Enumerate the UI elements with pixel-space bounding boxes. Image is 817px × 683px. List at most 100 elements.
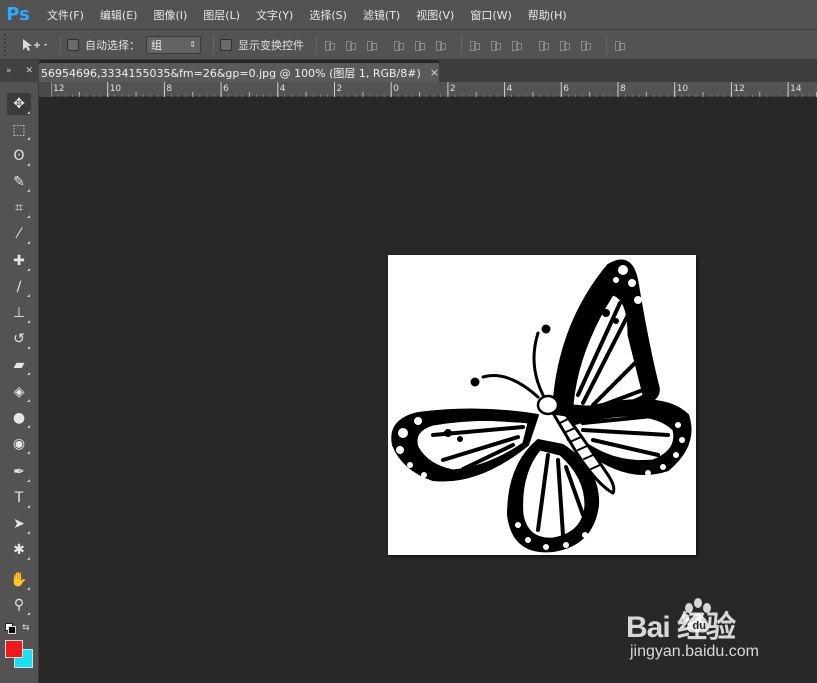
close-panel-icon[interactable]: ✕ — [25, 66, 33, 76]
tool-healing-icon[interactable]: ✚ — [7, 250, 31, 272]
tool-path-select-icon[interactable]: ➤ — [7, 513, 31, 535]
menu-select[interactable]: 选择(S) — [309, 7, 347, 23]
tool-move-icon[interactable]: ✥ — [7, 93, 31, 115]
tool-lasso-icon[interactable]: ʘ — [7, 145, 31, 167]
tool-dodge-icon[interactable]: ◉ — [7, 433, 31, 455]
distribute-right-icon[interactable] — [579, 38, 593, 52]
menu-file[interactable]: 文件(F) — [47, 7, 84, 23]
ruler-tick-label: 4 — [280, 84, 286, 94]
tool-flyout-indicator — [27, 215, 30, 218]
tool-eyedropper-icon[interactable]: ⁄ — [7, 223, 31, 245]
tool-flyout-indicator — [27, 425, 30, 428]
options-grip[interactable] — [4, 33, 12, 56]
align-vcenter-icon[interactable] — [344, 38, 358, 52]
tool-shape-icon[interactable]: ✱ — [7, 539, 31, 561]
document-tab-title: 56954696,3334155035&fm=26&gp=0.jpg @ 100… — [41, 66, 424, 80]
ruler-tick-label: 8 — [620, 84, 626, 94]
menu-layer[interactable]: 图层(L) — [203, 7, 240, 23]
menu-bar: Ps 文件(F) 编辑(E) 图像(I) 图层(L) 文字(Y) 选择(S) 滤… — [0, 0, 817, 29]
tool-marquee-icon[interactable]: ⬚ — [7, 119, 31, 141]
menu-filter[interactable]: 滤镜(T) — [363, 7, 400, 23]
tool-type-icon[interactable]: T — [7, 487, 31, 509]
tool-pen-icon[interactable]: ✒ — [7, 461, 31, 483]
distribute-hcenter-icon[interactable] — [558, 38, 572, 52]
menu-edit[interactable]: 编辑(E) — [100, 7, 138, 23]
tool-flyout-indicator — [27, 163, 30, 166]
tab-bar — [439, 60, 817, 82]
tool-flyout-indicator — [27, 137, 30, 140]
auto-select-label: 自动选择： — [85, 38, 140, 52]
options-separator — [316, 34, 317, 55]
tool-crop-icon[interactable]: ⌗ — [7, 197, 31, 219]
ruler-ticks: 12 10 8 6 4 2 0 2 4 6 8 10 12 14 — [50, 82, 817, 97]
auto-align-icon[interactable] — [613, 38, 627, 52]
align-hcenter-icon[interactable] — [413, 38, 427, 52]
tool-paint-bucket-icon[interactable]: ◈ — [7, 381, 31, 403]
menu-help[interactable]: 帮助(H) — [528, 7, 567, 23]
tool-flyout-indicator — [27, 399, 30, 402]
show-transform-label: 显示变换控件 — [238, 38, 304, 52]
distribute-bottom-icon[interactable] — [510, 38, 524, 52]
tool-flyout-indicator — [27, 111, 30, 114]
align-right-icon[interactable] — [434, 38, 448, 52]
menu-view[interactable]: 视图(V) — [416, 7, 454, 23]
menu-items: 文件(F) 编辑(E) 图像(I) 图层(L) 文字(Y) 选择(S) 滤镜(T… — [36, 0, 583, 29]
distribute-vcenter-icon[interactable] — [489, 38, 503, 52]
options-separator — [606, 34, 607, 55]
align-buttons — [323, 38, 455, 52]
tool-hand-icon[interactable]: ✋ — [7, 569, 31, 591]
tool-flyout-indicator — [27, 241, 30, 244]
tool-flyout-indicator — [27, 612, 30, 615]
tool-zoom-icon[interactable]: ⚲ — [7, 594, 31, 616]
distribute-buttons — [468, 38, 600, 52]
options-separator — [213, 34, 214, 55]
foreground-color-swatch[interactable] — [5, 640, 23, 658]
distribute-top-icon[interactable] — [468, 38, 482, 52]
expand-icon[interactable]: » — [6, 66, 12, 76]
close-icon[interactable]: × — [430, 66, 439, 79]
tool-brush-icon[interactable]: ∕ — [7, 276, 31, 298]
tool-preset-picker[interactable] — [20, 35, 54, 55]
tool-clone-stamp-icon[interactable]: ⊥ — [7, 302, 31, 324]
document-canvas[interactable] — [388, 255, 696, 555]
auto-select-target-dropdown[interactable]: 组 ⇕ — [146, 35, 201, 54]
ruler-tick-label: 10 — [677, 84, 689, 94]
app-logo: Ps — [6, 4, 30, 25]
toolbox-header[interactable]: » ✕ — [0, 60, 39, 82]
swap-colors-icon[interactable]: ⇆ — [22, 623, 30, 633]
ruler-tick-label: 12 — [733, 84, 744, 94]
ruler-origin[interactable] — [39, 82, 51, 97]
menu-type[interactable]: 文字(Y) — [256, 7, 293, 23]
tool-flyout-indicator — [27, 505, 30, 508]
default-colors-icon[interactable] — [5, 623, 16, 634]
tool-flyout-indicator — [27, 531, 30, 534]
options-bar: 自动选择： 组 ⇕ 显示变换控件 — [0, 29, 817, 60]
tool-flyout-indicator — [27, 268, 30, 271]
tool-history-brush-icon[interactable]: ↺ — [7, 328, 31, 350]
distribute-left-icon[interactable] — [537, 38, 551, 52]
tool-blur-icon[interactable]: ● — [7, 407, 31, 429]
show-transform-checkbox[interactable] — [220, 38, 232, 51]
tool-quick-select-icon[interactable]: ✎ — [7, 171, 31, 193]
align-left-icon[interactable] — [392, 38, 406, 52]
butterfly-image — [391, 259, 692, 553]
options-separator — [60, 34, 61, 55]
tool-flyout-indicator — [27, 479, 30, 482]
move-tool-icon — [23, 38, 47, 51]
ruler-tick-label: 14 — [790, 84, 802, 94]
align-bottom-icon[interactable] — [365, 38, 379, 52]
align-top-icon[interactable] — [323, 38, 337, 52]
tool-flyout-indicator — [27, 320, 30, 323]
auto-select-checkbox[interactable] — [67, 38, 79, 51]
menu-window[interactable]: 窗口(W) — [470, 7, 511, 23]
ruler-tick-label: 2 — [450, 84, 456, 94]
menu-image[interactable]: 图像(I) — [153, 7, 187, 23]
watermark-url: jingyan.baidu.com — [630, 643, 759, 660]
ruler-tick-label: 2 — [337, 84, 343, 94]
auto-select-target-value: 组 — [151, 38, 162, 52]
tool-eraser-icon[interactable]: ▰ — [7, 354, 31, 376]
tool-flyout-indicator — [27, 557, 30, 560]
horizontal-ruler[interactable]: 12 10 8 6 4 2 0 2 4 6 8 10 12 14 — [39, 82, 817, 97]
tool-flyout-indicator — [27, 372, 30, 375]
document-tab[interactable]: 56954696,3334155035&fm=26&gp=0.jpg @ 100… — [39, 63, 439, 82]
